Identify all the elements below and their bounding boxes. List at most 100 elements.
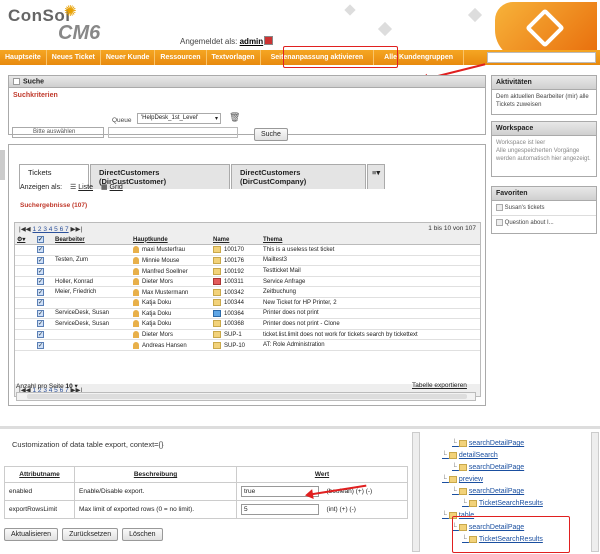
row-checkbox[interactable]: ✓ — [35, 286, 53, 299]
table-row[interactable]: ✓ Andreas Hansen SUP-10 AT: Role Administra… — [15, 339, 480, 351]
pager-last-icon[interactable]: ▶▶| — [69, 226, 82, 233]
nav-resources[interactable]: Ressourcen — [155, 50, 207, 65]
row-checkbox[interactable]: ✓ — [35, 339, 53, 351]
tree-node[interactable]: └ searchDetailPage — [432, 486, 597, 498]
tree-node[interactable]: └ searchDetailPage — [432, 438, 597, 450]
table-row[interactable]: ✓ Dieter Mors SUP-1 ticket.list.limit does … — [15, 329, 480, 341]
row-name[interactable]: 100344 — [211, 297, 261, 309]
row-customer[interactable]: Dieter Mors — [131, 329, 211, 341]
tree-scrollbar[interactable] — [591, 432, 599, 552]
row-topic[interactable]: ticket.list.limit does not work for tick… — [261, 329, 480, 341]
tree-node[interactable]: └ preview — [432, 474, 597, 486]
nav-new-ticket[interactable]: Neues Ticket — [47, 50, 101, 65]
row-name[interactable]: 100364 — [211, 308, 261, 320]
row-customer[interactable]: Katja Doku — [131, 308, 211, 320]
assign-all-link[interactable]: Dem aktuellen Bearbeiter (mir) alle Tick… — [492, 90, 596, 112]
row-name[interactable]: 100368 — [211, 318, 261, 330]
logout-icon[interactable] — [264, 36, 273, 45]
tab-menu-icon[interactable]: ≡▾ — [367, 164, 386, 189]
favorite-item[interactable]: Susan's tickets — [492, 201, 596, 217]
delete-button[interactable]: Löschen — [122, 528, 163, 541]
row-name[interactable]: 100342 — [211, 286, 261, 299]
search-button[interactable]: Suche — [254, 128, 288, 141]
row-checkbox[interactable]: ✓ — [35, 329, 53, 341]
table-row[interactable]: ✓ Katja Doku 100344 New Ticket for HP Print… — [15, 297, 480, 309]
side-collapse-handle[interactable] — [0, 150, 5, 180]
search-panel: Suche Suchkriterien — [8, 75, 486, 135]
row-checkbox[interactable]: ✓ — [35, 255, 53, 267]
row-spacer — [15, 329, 35, 341]
table-row[interactable]: ✓ ServiceDesk, Susan Katja Doku 100368 Print… — [15, 318, 480, 330]
row-checkbox[interactable]: ✓ — [35, 297, 53, 309]
row-topic[interactable]: Testticket Mail — [261, 265, 480, 277]
criteria-select[interactable]: Bitte auswählen — [12, 127, 104, 138]
row-name[interactable]: 100311 — [211, 276, 261, 288]
row-customer[interactable]: Dieter Mors — [131, 276, 211, 288]
row-name[interactable]: SUP-10 — [211, 339, 261, 351]
row-name[interactable]: SUP-1 — [211, 329, 261, 341]
export-link[interactable]: Tabelle exportieren — [412, 382, 467, 389]
row-topic[interactable]: Service Anfrage — [261, 276, 480, 288]
row-topic[interactable]: Mailtest3 — [261, 255, 480, 267]
trash-icon[interactable]: 🗑 — [229, 112, 240, 122]
pager-first-icon[interactable]: |◀◀ — [19, 226, 33, 233]
row-name[interactable]: 100170 — [211, 244, 261, 256]
row-customer[interactable]: Katja Doku — [131, 318, 211, 330]
row-name[interactable]: 100192 — [211, 265, 261, 277]
horizontal-scrollbar[interactable] — [16, 392, 476, 401]
nav-new-customer[interactable]: Neuer Kunde — [101, 50, 156, 65]
row-topic[interactable]: New Ticket for HP Printer, 2 — [261, 297, 480, 309]
tree-node[interactable]: └ detailSearch — [432, 450, 597, 462]
row-checkbox[interactable]: ✓ — [35, 276, 53, 288]
col-customer[interactable]: Hauptkunde — [131, 235, 211, 246]
row-checkbox[interactable]: ✓ — [35, 308, 53, 320]
nav-templates[interactable]: Textvorlagen — [207, 50, 261, 65]
table-row[interactable]: ✓ Holler, Konrad Dieter Mors 100311 Service … — [15, 276, 480, 288]
row-checkbox[interactable]: ✓ — [35, 244, 53, 256]
row-customer[interactable]: Andreas Hansen — [131, 339, 211, 351]
row-topic[interactable]: This is a useless test ticket — [261, 244, 480, 256]
col-name[interactable]: Name — [211, 235, 261, 246]
results-title: Suchergebnisse (107) — [20, 202, 88, 209]
tab-dircustcompany[interactable]: DirectCustomers (DirCustCompany) — [231, 164, 366, 189]
row-checkbox[interactable]: ✓ — [35, 318, 53, 330]
row-name[interactable]: 100176 — [211, 255, 261, 267]
column-settings-icon[interactable]: ⚙▾ — [15, 235, 35, 246]
row-topic[interactable]: Printer does not print — [261, 308, 480, 320]
rows-limit-input[interactable]: 5 — [241, 504, 319, 515]
table-row[interactable]: ✓ ServiceDesk, Susan Katja Doku 100364 Print… — [15, 308, 480, 320]
table-row[interactable]: ✓ Testen, Zum Minnie Mouse 100176 Mailtest3 — [15, 255, 480, 267]
table-row[interactable]: ✓ Manfred Soellner 100192 Testticket Mail — [15, 265, 480, 277]
row-checkbox[interactable]: ✓ — [35, 265, 53, 277]
select-all-checkbox[interactable]: ✓ — [35, 235, 53, 246]
favorite-item[interactable]: Question about I... — [492, 216, 596, 230]
per-page-select[interactable]: 10 — [66, 383, 73, 390]
row-topic[interactable]: Zeitbuchung — [261, 286, 480, 299]
view-grid-link[interactable]: Grid — [110, 184, 123, 191]
nav-home[interactable]: Hauptseite — [0, 50, 47, 65]
row-customer[interactable]: Minnie Mouse — [131, 255, 211, 267]
tree-node[interactable]: └ TicketSearchResults — [432, 498, 597, 510]
row-customer[interactable]: maxi Musterfrau — [131, 244, 211, 256]
table-row[interactable]: ✓ maxi Musterfrau 100170 This is a useless … — [15, 244, 480, 256]
row-customer[interactable]: Max Mustermann — [131, 286, 211, 299]
row-topic[interactable]: AT: Role Administration — [261, 339, 480, 351]
row-customer[interactable]: Katja Doku — [131, 297, 211, 309]
tree-node[interactable]: └ searchDetailPage — [432, 462, 597, 474]
username-link[interactable]: admin — [240, 37, 264, 46]
criteria-input[interactable] — [108, 127, 238, 138]
row-customer[interactable]: Manfred Soellner — [131, 265, 211, 277]
reset-button[interactable]: Zurücksetzen — [62, 528, 119, 541]
view-list-link[interactable]: Liste — [78, 184, 93, 191]
table-row[interactable]: ✓ Meier, Friedrich Max Mustermann 100342 Zei… — [15, 286, 480, 299]
row-topic[interactable]: Printer does not print - Clone — [261, 318, 480, 330]
refresh-button[interactable]: Aktualisieren — [4, 528, 59, 541]
col-topic[interactable]: Thema — [261, 235, 480, 246]
queue-select[interactable]: 'HelpDesk_1st_Level' ▾ — [137, 113, 221, 124]
col-attr: Attributname — [4, 466, 75, 483]
pager-pages[interactable]: 1 2 3 4 5 6 7 — [33, 226, 69, 233]
col-agent[interactable]: Bearbeiter — [53, 235, 131, 246]
attr-type[interactable]: (int) (+) (-) — [322, 500, 408, 519]
quick-search-input[interactable] — [487, 52, 596, 63]
config-scrollbar[interactable] — [412, 432, 420, 552]
